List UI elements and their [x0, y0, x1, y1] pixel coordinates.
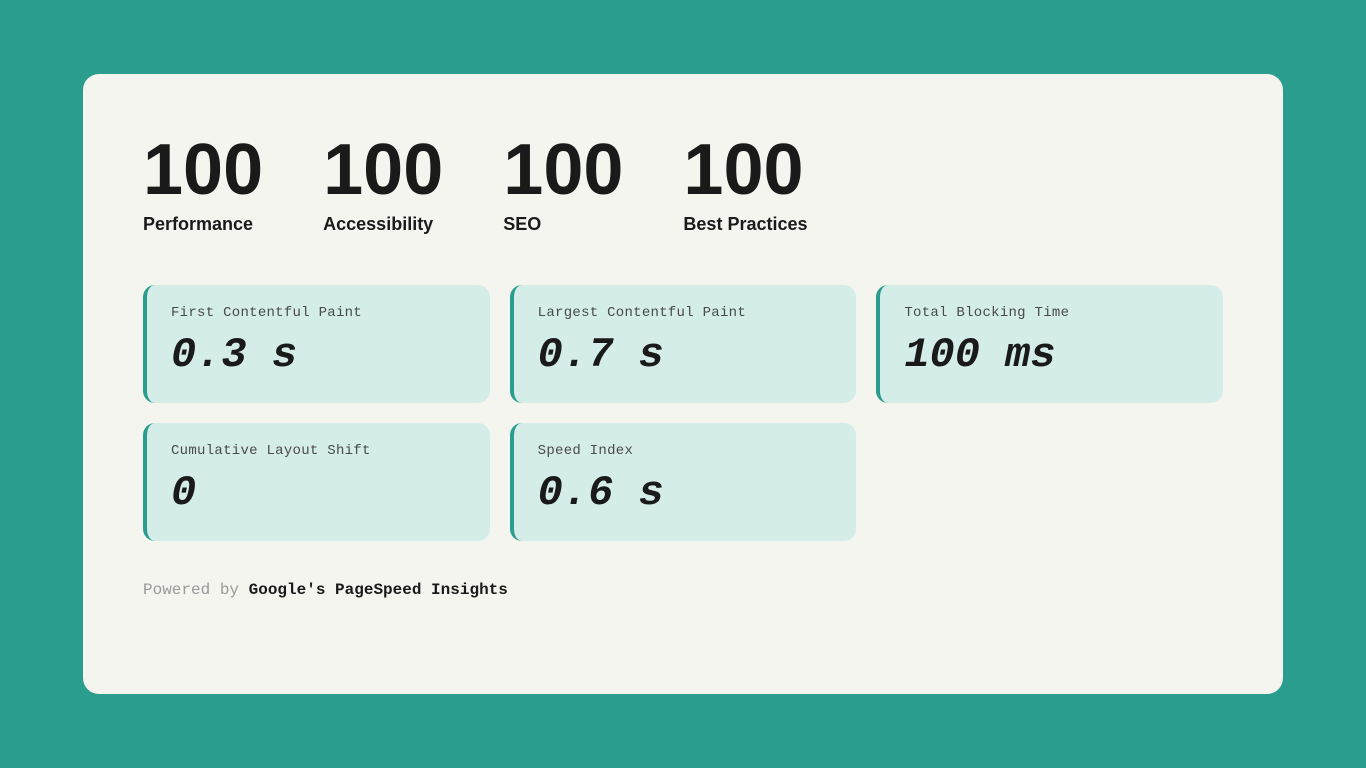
score-best-practices-label: Best Practices: [683, 214, 807, 235]
metric-si-title: Speed Index: [538, 443, 833, 459]
metric-cls-value: 0: [171, 469, 466, 517]
score-performance-number: 100: [143, 134, 263, 206]
footer-brand: Google's PageSpeed Insights: [249, 581, 508, 599]
footer-text: Powered by Google's PageSpeed Insights: [143, 581, 508, 599]
score-seo-number: 100: [503, 134, 623, 206]
score-performance: 100 Performance: [143, 134, 263, 235]
metrics-row-2: Cumulative Layout Shift 0 Speed Index 0.…: [143, 423, 1223, 541]
metric-lcp: Largest Contentful Paint 0.7 s: [510, 285, 857, 403]
metric-fcp: First Contentful Paint 0.3 s: [143, 285, 490, 403]
metric-fcp-title: First Contentful Paint: [171, 305, 466, 321]
scores-row: 100 Performance 100 Accessibility 100 SE…: [143, 134, 1223, 235]
footer: Powered by Google's PageSpeed Insights: [143, 581, 1223, 599]
metric-tbt: Total Blocking Time 100 ms: [876, 285, 1223, 403]
score-accessibility: 100 Accessibility: [323, 134, 443, 235]
metric-lcp-value: 0.7 s: [538, 331, 833, 379]
score-accessibility-label: Accessibility: [323, 214, 443, 235]
footer-prefix: Powered by: [143, 581, 239, 599]
metric-tbt-title: Total Blocking Time: [904, 305, 1199, 321]
score-accessibility-number: 100: [323, 134, 443, 206]
metrics-row-1: First Contentful Paint 0.3 s Largest Con…: [143, 285, 1223, 403]
metric-fcp-value: 0.3 s: [171, 331, 466, 379]
metric-si: Speed Index 0.6 s: [510, 423, 857, 541]
metric-lcp-title: Largest Contentful Paint: [538, 305, 833, 321]
score-best-practices: 100 Best Practices: [683, 134, 807, 235]
main-card: 100 Performance 100 Accessibility 100 SE…: [83, 74, 1283, 694]
score-seo-label: SEO: [503, 214, 623, 235]
score-best-practices-number: 100: [683, 134, 807, 206]
metric-tbt-value: 100 ms: [904, 331, 1199, 379]
metric-si-value: 0.6 s: [538, 469, 833, 517]
metric-empty: [876, 423, 1223, 541]
metric-cls: Cumulative Layout Shift 0: [143, 423, 490, 541]
score-performance-label: Performance: [143, 214, 263, 235]
score-seo: 100 SEO: [503, 134, 623, 235]
metric-cls-title: Cumulative Layout Shift: [171, 443, 466, 459]
